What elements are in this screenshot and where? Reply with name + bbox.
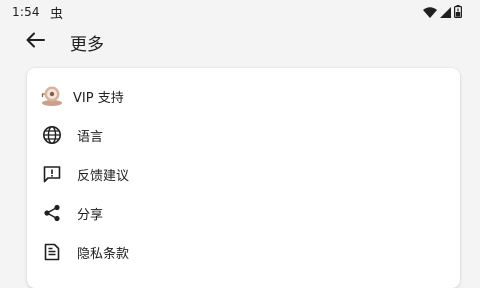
menu-item-vip-support[interactable]: VIP 支持 <box>27 76 460 114</box>
menu-item-language[interactable]: 语言 <box>27 115 460 153</box>
feedback-icon <box>41 163 63 185</box>
share-icon <box>41 202 63 224</box>
status-bar: 1:54 虫 <box>0 0 480 24</box>
app-bar: 更多 <box>0 24 480 60</box>
wifi-icon <box>423 3 437 22</box>
menu-label: 分享 <box>77 208 104 223</box>
menu-item-privacy[interactable]: 隐私条款 <box>27 232 460 270</box>
signal-icon <box>440 3 451 22</box>
menu-label: 反馈建议 <box>77 169 130 184</box>
battery-icon <box>454 3 463 22</box>
menu-label: 隐私条款 <box>77 247 130 262</box>
notification-icon: 虫 <box>50 7 64 22</box>
vip-support-icon <box>41 85 63 107</box>
arrow-left-icon <box>25 32 45 52</box>
page-title: 更多 <box>70 35 104 55</box>
menu-label: VIP 支持 <box>73 91 124 106</box>
menu-card: VIP 支持 语言 反馈建议 分享 隐私条款 <box>27 68 460 288</box>
menu-item-share[interactable]: 分享 <box>27 193 460 231</box>
menu-item-feedback[interactable]: 反馈建议 <box>27 154 460 192</box>
back-button[interactable] <box>20 29 50 55</box>
status-time: 1:54 <box>12 5 40 19</box>
menu-label: 语言 <box>77 130 104 145</box>
globe-icon <box>41 124 63 146</box>
document-icon <box>41 241 63 263</box>
status-icons <box>423 3 463 22</box>
